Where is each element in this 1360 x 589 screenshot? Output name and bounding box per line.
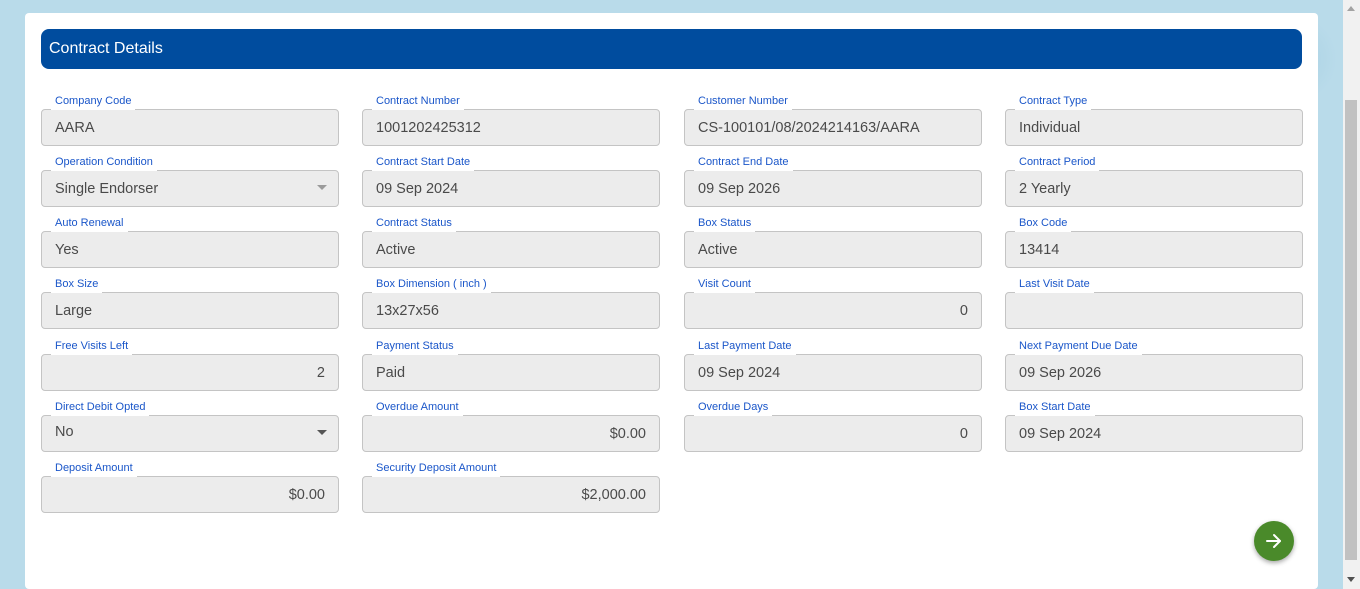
contract-number-field[interactable]: Contract Number 1001202425312 <box>362 95 660 146</box>
visit-count-field[interactable]: Visit Count 0 <box>684 278 982 329</box>
free-visits-left-field[interactable]: Free Visits Left 2 <box>41 340 339 391</box>
company-code-field[interactable]: Company Code AARA <box>41 95 339 146</box>
box-status-field[interactable]: Box Status Active <box>684 217 982 268</box>
overdue-days-field[interactable]: Overdue Days 0 <box>684 401 982 452</box>
field-label: Box Dimension ( inch ) <box>372 278 491 293</box>
field-value: 09 Sep 2026 <box>1019 364 1102 381</box>
vertical-scrollbar[interactable] <box>1343 0 1360 589</box>
field-label: Contract Number <box>372 95 464 110</box>
field-label: Deposit Amount <box>51 462 137 477</box>
field-value: $2,000.00 <box>581 486 646 503</box>
contract-start-date-field[interactable]: Contract Start Date 09 Sep 2024 <box>362 156 660 207</box>
field-value: 0 <box>959 425 968 442</box>
field-value: Large <box>55 302 93 319</box>
field-value: $0.00 <box>288 486 325 503</box>
field-label: Company Code <box>51 95 136 110</box>
field-value: CS-100101/08/2024214163/AARA <box>698 119 920 136</box>
field-value: Single Endorser <box>55 180 159 197</box>
field-label: Box Size <box>51 278 103 293</box>
scrollbar-thumb[interactable] <box>1345 100 1357 560</box>
chevron-down-icon <box>317 430 327 435</box>
box-code-field[interactable]: Box Code 13414 <box>1005 217 1303 268</box>
box-dimension-field[interactable]: Box Dimension ( inch ) 13x27x56 <box>362 278 660 329</box>
customer-number-field[interactable]: Customer Number CS-100101/08/2024214163/… <box>684 95 982 146</box>
field-value: AARA <box>55 119 95 136</box>
field-value: 13414 <box>1019 241 1060 258</box>
last-payment-date-field[interactable]: Last Payment Date 09 Sep 2024 <box>684 340 982 391</box>
auto-renewal-field[interactable]: Auto Renewal Yes <box>41 217 339 268</box>
field-label: Contract Type <box>1015 95 1092 110</box>
field-value: Yes <box>55 241 79 258</box>
field-value: 09 Sep 2024 <box>1019 425 1102 442</box>
field-value: 0 <box>959 302 968 319</box>
field-label: Box Start Date <box>1015 401 1095 416</box>
field-value: Active <box>698 241 738 258</box>
field-value: $0.00 <box>609 425 646 442</box>
security-deposit-amount-field[interactable]: Security Deposit Amount $2,000.00 <box>362 462 660 513</box>
field-label: Contract End Date <box>694 156 793 171</box>
field-label: Contract Status <box>372 217 456 232</box>
scroll-down-icon[interactable] <box>1347 577 1355 582</box>
last-visit-date-field[interactable]: Last Visit Date <box>1005 278 1303 329</box>
next-button[interactable] <box>1254 521 1294 561</box>
field-label: Overdue Amount <box>372 401 463 416</box>
field-label: Box Status <box>694 217 756 232</box>
contract-end-date-field[interactable]: Contract End Date 09 Sep 2026 <box>684 156 982 207</box>
payment-status-field[interactable]: Payment Status Paid <box>362 340 660 391</box>
field-label: Visit Count <box>694 278 755 293</box>
box-size-field[interactable]: Box Size Large <box>41 278 339 329</box>
field-value: 2 <box>316 364 325 381</box>
deposit-amount-field[interactable]: Deposit Amount $0.00 <box>41 462 339 513</box>
field-value: No <box>55 423 74 440</box>
contract-type-field[interactable]: Contract Type Individual <box>1005 95 1303 146</box>
section-header: Contract Details <box>41 29 1302 69</box>
field-value: 09 Sep 2024 <box>698 364 781 381</box>
direct-debit-opted-select[interactable]: Direct Debit Opted No <box>41 401 339 452</box>
field-label: Contract Start Date <box>372 156 475 171</box>
field-label: Last Payment Date <box>694 340 796 355</box>
arrow-right-icon <box>1266 534 1281 548</box>
field-value: Individual <box>1019 119 1081 136</box>
field-value: 09 Sep 2026 <box>698 180 781 197</box>
field-label: Operation Condition <box>51 156 157 171</box>
field-value: Paid <box>376 364 406 381</box>
field-value: 1001202425312 <box>376 119 481 136</box>
box-start-date-field[interactable]: Box Start Date 09 Sep 2024 <box>1005 401 1303 452</box>
field-label: Auto Renewal <box>51 217 128 232</box>
field-label: Overdue Days <box>694 401 773 416</box>
contract-details-card: Contract Details Company Code AARA Contr… <box>25 13 1318 589</box>
field-label: Contract Period <box>1015 156 1100 171</box>
field-label: Box Code <box>1015 217 1072 232</box>
field-label: Security Deposit Amount <box>372 462 501 477</box>
next-payment-due-date-field[interactable]: Next Payment Due Date 09 Sep 2026 <box>1005 340 1303 391</box>
contract-period-field[interactable]: Contract Period 2 Yearly <box>1005 156 1303 207</box>
overdue-amount-field[interactable]: Overdue Amount $0.00 <box>362 401 660 452</box>
field-value: 09 Sep 2024 <box>376 180 459 197</box>
field-value: 2 Yearly <box>1019 180 1071 197</box>
chevron-down-icon <box>317 185 327 190</box>
field-value: Active <box>376 241 416 258</box>
field-label: Next Payment Due Date <box>1015 340 1142 355</box>
scroll-up-icon[interactable] <box>1347 6 1355 11</box>
field-label: Payment Status <box>372 340 458 355</box>
field-value: 13x27x56 <box>376 302 439 319</box>
field-label: Customer Number <box>694 95 792 110</box>
section-title: Contract Details <box>49 40 163 57</box>
field-label: Last Visit Date <box>1015 278 1094 293</box>
field-label: Free Visits Left <box>51 340 133 355</box>
contract-status-field[interactable]: Contract Status Active <box>362 217 660 268</box>
operation-condition-select[interactable]: Operation Condition Single Endorser <box>41 156 339 207</box>
